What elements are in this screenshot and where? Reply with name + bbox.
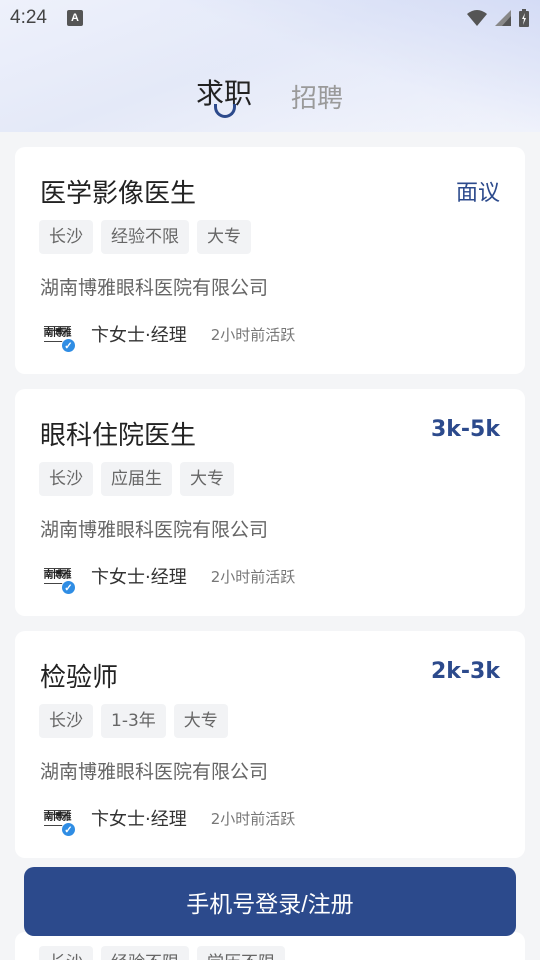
verified-icon: ✓ bbox=[61, 580, 76, 595]
tag-education: 大专 bbox=[173, 704, 228, 738]
avatar: 南博雅 ✓ bbox=[40, 319, 76, 353]
job-tags: 长沙 1-3年 大专 bbox=[39, 704, 228, 738]
tag-experience: 经验不限 bbox=[101, 946, 189, 960]
company-name: 湖南博雅眼科医院有限公司 bbox=[40, 277, 269, 299]
job-card[interactable]: 医学影像医生 面议 长沙 经验不限 大专 湖南博雅眼科医院有限公司 南博雅 ✓ … bbox=[15, 147, 525, 374]
login-register-button[interactable]: 手机号登录/注册 bbox=[24, 867, 516, 936]
job-salary: 面议 bbox=[455, 181, 500, 206]
job-tags: 长沙 经验不限 学历不限 bbox=[39, 946, 285, 960]
job-card-partial[interactable]: 长沙 经验不限 学历不限 bbox=[15, 932, 525, 960]
job-tags: 长沙 应届生 大专 bbox=[39, 462, 234, 496]
job-title: 医学影像医生 bbox=[40, 179, 197, 209]
tag-location: 长沙 bbox=[39, 704, 93, 738]
recruiter-info: 南博雅 ✓ 卞女士·经理 2小时前活跃 bbox=[40, 803, 296, 837]
tab-bar: 求职 招聘 bbox=[0, 70, 540, 130]
notification-icon: A bbox=[66, 10, 83, 26]
status-bar: 4:24 A bbox=[0, 0, 540, 36]
tab-recruiting[interactable]: 招聘 bbox=[291, 78, 343, 115]
status-time: 4:24 bbox=[10, 7, 47, 28]
tag-location: 长沙 bbox=[39, 946, 93, 960]
job-salary: 3k-5k bbox=[430, 417, 500, 442]
active-time: 2小时前活跃 bbox=[210, 809, 296, 828]
recruiter-info: 南博雅 ✓ 卞女士·经理 2小时前活跃 bbox=[40, 319, 296, 353]
job-tags: 长沙 经验不限 大专 bbox=[39, 220, 251, 254]
company-name: 湖南博雅眼科医院有限公司 bbox=[40, 761, 269, 783]
recruiter-name: 卞女士·经理 bbox=[91, 325, 187, 346]
cell-signal-icon bbox=[495, 10, 511, 26]
active-time: 2小时前活跃 bbox=[210, 325, 296, 344]
job-salary: 2k-3k bbox=[430, 659, 500, 684]
tag-education: 学历不限 bbox=[197, 946, 285, 960]
recruiter-info: 南博雅 ✓ 卞女士·经理 2小时前活跃 bbox=[40, 561, 296, 595]
verified-icon: ✓ bbox=[61, 338, 76, 353]
battery-icon bbox=[519, 9, 529, 27]
tag-experience: 1-3年 bbox=[101, 704, 166, 738]
job-title: 检验师 bbox=[40, 663, 119, 693]
job-title: 眼科住院医生 bbox=[40, 421, 197, 451]
job-card[interactable]: 眼科住院医生 3k-5k 长沙 应届生 大专 湖南博雅眼科医院有限公司 南博雅 … bbox=[15, 389, 525, 616]
active-time: 2小时前活跃 bbox=[210, 567, 296, 586]
verified-icon: ✓ bbox=[61, 822, 76, 837]
avatar: 南博雅 ✓ bbox=[40, 561, 76, 595]
tag-location: 长沙 bbox=[39, 220, 93, 254]
company-name: 湖南博雅眼科医院有限公司 bbox=[40, 519, 269, 541]
status-icons bbox=[466, 8, 530, 28]
tag-education: 大专 bbox=[197, 220, 251, 254]
recruiter-name: 卞女士·经理 bbox=[91, 809, 187, 830]
wifi-icon bbox=[467, 10, 487, 26]
recruiter-name: 卞女士·经理 bbox=[91, 567, 187, 588]
tab-active-indicator bbox=[214, 104, 236, 118]
tag-experience: 经验不限 bbox=[101, 220, 189, 254]
tag-experience: 应届生 bbox=[101, 462, 172, 496]
avatar: 南博雅 ✓ bbox=[40, 803, 76, 837]
tag-education: 大专 bbox=[180, 462, 234, 496]
job-card[interactable]: 检验师 2k-3k 长沙 1-3年 大专 湖南博雅眼科医院有限公司 南博雅 ✓ … bbox=[15, 631, 525, 858]
tag-location: 长沙 bbox=[39, 462, 93, 496]
